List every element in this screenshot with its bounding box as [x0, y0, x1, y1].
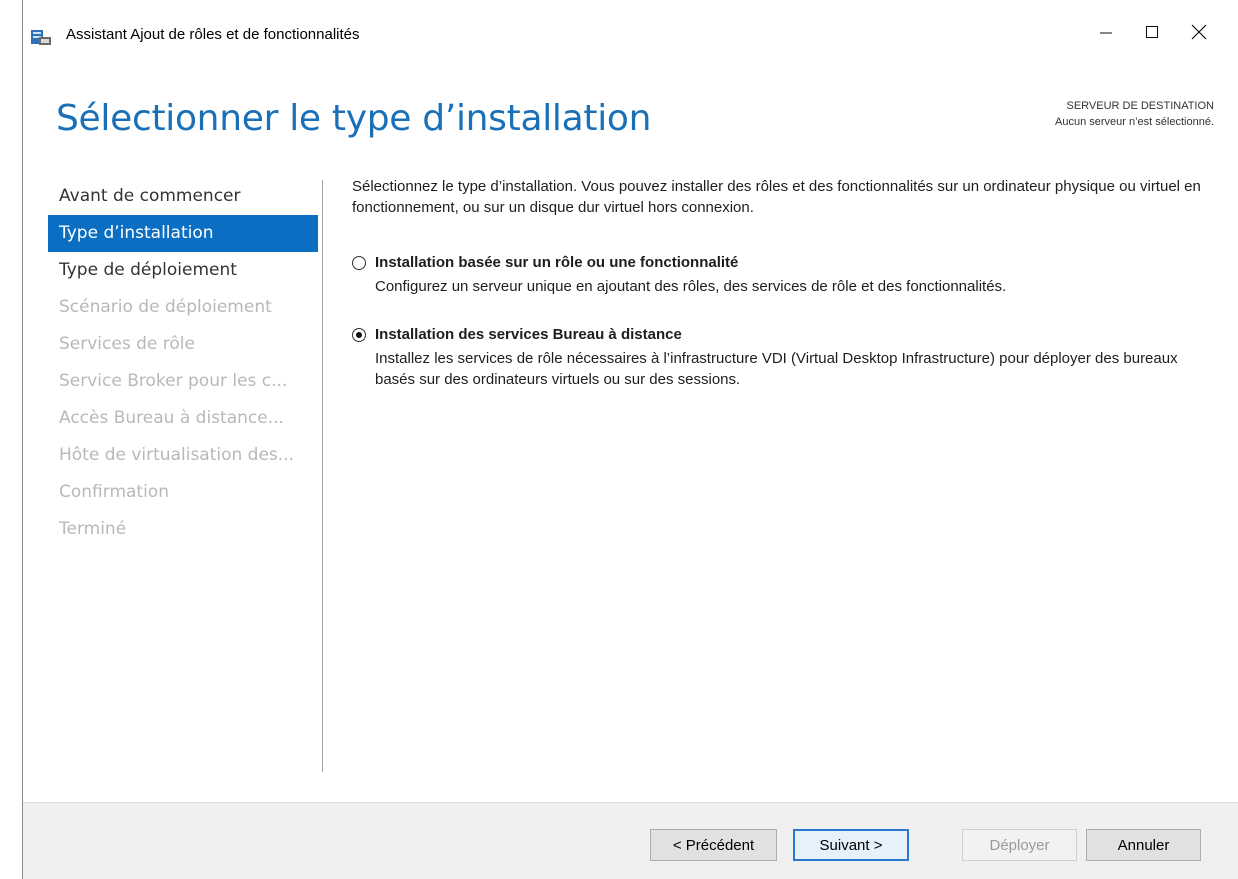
option-desc-remote-desktop: Installez les services de rôle nécessair… — [375, 350, 1178, 388]
destination-label: SERVEUR DE DESTINATION — [1066, 100, 1214, 112]
option-desc-role-based: Configurez un serveur unique en ajoutant… — [375, 278, 1007, 295]
title-bar[interactable]: Assistant Ajout de rôles et de fonctionn… — [23, 0, 1238, 68]
window-title: Assistant Ajout de rôles et de fonctionn… — [66, 26, 360, 43]
background-edge — [0, 0, 22, 879]
destination-server-info: SERVEUR DE DESTINATION Aucun serveur n’e… — [1055, 98, 1214, 130]
close-button[interactable] — [1176, 14, 1222, 54]
deploy-button: Déployer — [962, 829, 1077, 861]
radio-row-remote-desktop[interactable]: Installation des services Bureau à dista… — [352, 324, 1195, 345]
nav-item-acces-bureau-distance: Accès Bureau à distance... — [59, 408, 284, 428]
nav-item-services-de-role: Services de rôle — [59, 334, 195, 354]
nav-item-service-broker: Service Broker pour les c... — [59, 371, 288, 391]
maximize-icon — [1145, 25, 1159, 44]
nav-item-type-deploiement[interactable]: Type de déploiement — [48, 252, 318, 289]
nav-item-scenario-deploiement: Scénario de déploiement — [59, 297, 272, 317]
intro-text: Sélectionnez le type d’installation. Vou… — [352, 178, 1201, 216]
previous-button[interactable]: < Précédent — [650, 829, 777, 861]
option-title-role-based[interactable]: Installation basée sur un rôle ou une fo… — [375, 252, 738, 273]
page-title: Sélectionner le type d’installation — [56, 98, 652, 139]
server-manager-icon — [30, 28, 52, 46]
cancel-button[interactable]: Annuler — [1086, 829, 1201, 861]
wizard-header: Sélectionner le type d’installation SERV… — [23, 68, 1238, 168]
nav-item-confirmation: Confirmation — [59, 482, 169, 502]
minimize-icon — [1099, 25, 1113, 44]
wizard-window: Assistant Ajout de rôles et de fonctionn… — [22, 0, 1238, 879]
destination-value: Aucun serveur n’est sélectionné. — [1055, 116, 1214, 128]
next-button[interactable]: Suivant > — [793, 829, 909, 861]
close-icon — [1191, 24, 1207, 45]
option-role-based: Installation basée sur un rôle ou une fo… — [352, 252, 1195, 297]
nav-item-termine: Terminé — [59, 519, 127, 539]
maximize-button[interactable] — [1129, 14, 1175, 54]
wizard-footer: < Précédent Suivant > Déployer Annuler — [23, 802, 1238, 879]
main-content: Sélectionnez le type d’installation. Vou… — [352, 176, 1212, 388]
nav-item-avant-de-commencer[interactable]: Avant de commencer — [48, 178, 318, 215]
minimize-button[interactable] — [1083, 14, 1129, 54]
option-remote-desktop: Installation des services Bureau à dista… — [352, 324, 1195, 390]
radio-row-role-based[interactable]: Installation basée sur un rôle ou une fo… — [352, 252, 1195, 273]
nav-item-hote-virtualisation: Hôte de virtualisation des... — [59, 445, 295, 465]
radio-remote-desktop[interactable] — [352, 327, 366, 342]
nav-divider — [322, 180, 323, 772]
nav-item-type-installation[interactable]: Type d’installation — [48, 215, 318, 252]
option-title-remote-desktop[interactable]: Installation des services Bureau à dista… — [375, 324, 682, 345]
radio-role-based[interactable] — [352, 255, 366, 270]
wizard-steps-nav: Avant de commencer Type d’installation T… — [48, 178, 318, 548]
